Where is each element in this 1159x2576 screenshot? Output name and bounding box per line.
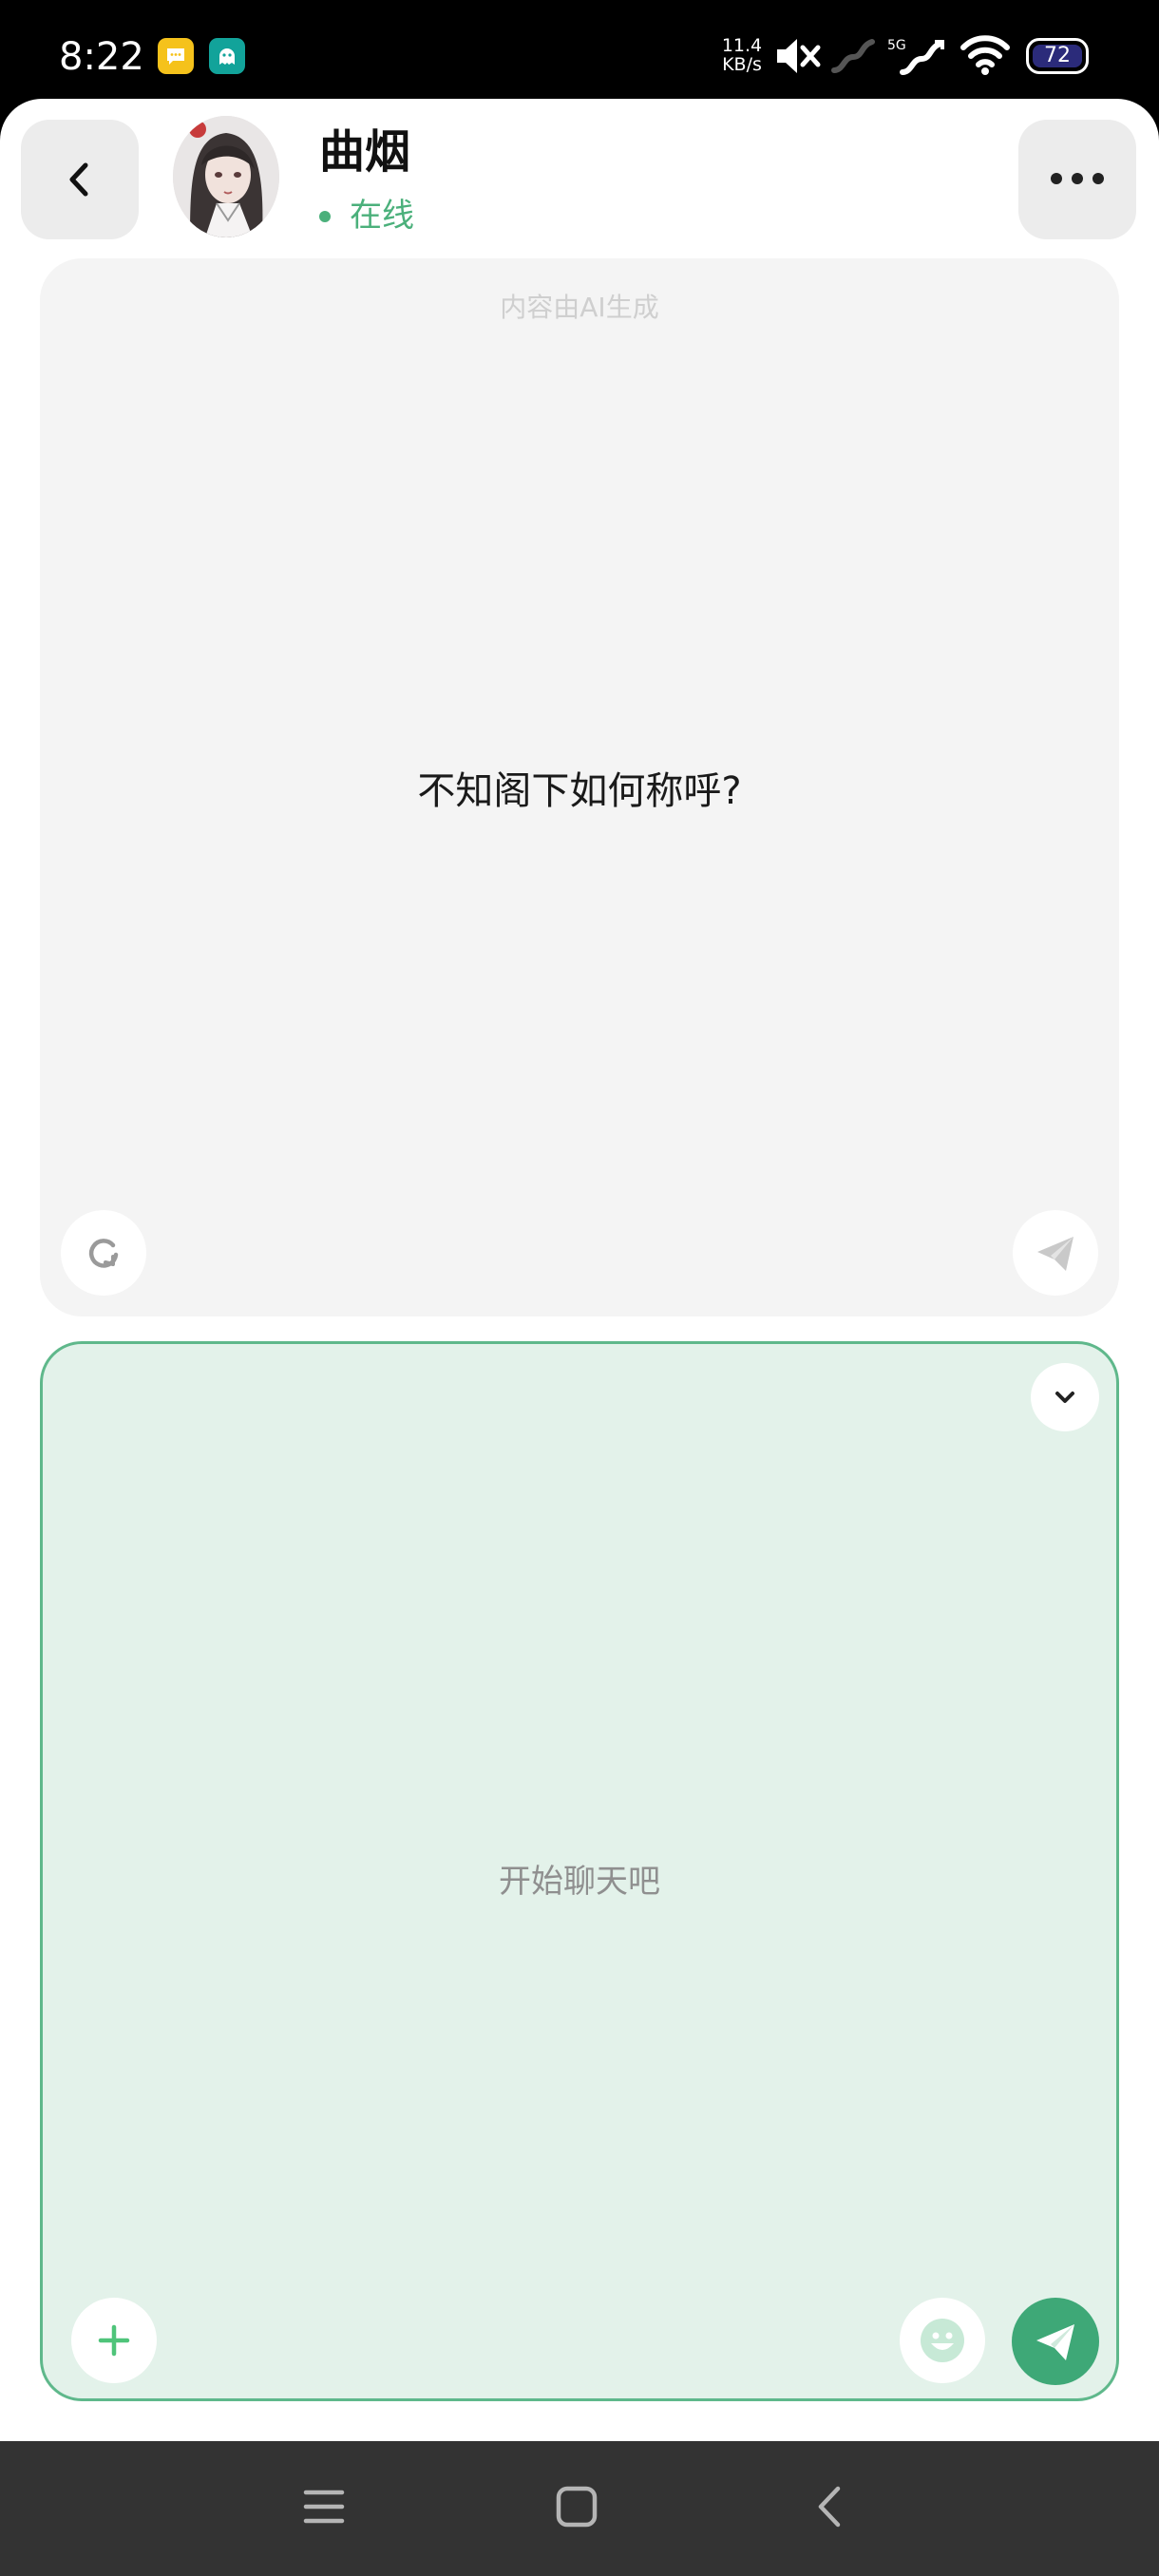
chevron-left-icon bbox=[69, 162, 88, 197]
add-attachment-button[interactable] bbox=[71, 2298, 157, 2383]
ai-send-button[interactable] bbox=[1013, 1210, 1098, 1296]
wifi-icon bbox=[960, 35, 1010, 75]
online-status-dot bbox=[319, 211, 331, 222]
ghost-app-icon bbox=[209, 38, 245, 74]
battery-level: 72 bbox=[1033, 45, 1082, 67]
more-dots-icon bbox=[1051, 173, 1104, 184]
emoji-button[interactable] bbox=[900, 2298, 985, 2383]
system-nav-bar bbox=[0, 2441, 1159, 2576]
message-input-placeholder[interactable]: 开始聊天吧 bbox=[43, 1855, 1116, 1902]
paper-plane-icon bbox=[1036, 2324, 1074, 2360]
smiley-icon bbox=[921, 2319, 964, 2362]
chat-name: 曲烟 bbox=[319, 125, 411, 179]
online-status: 在线 bbox=[350, 197, 414, 235]
plus-icon bbox=[98, 2324, 130, 2357]
ai-message-text: 不知阁下如何称呼? bbox=[417, 769, 742, 813]
back-icon[interactable] bbox=[811, 2485, 846, 2529]
regenerate-button[interactable] bbox=[61, 1210, 146, 1296]
battery-icon: 72 bbox=[1026, 38, 1089, 74]
send-button[interactable] bbox=[1012, 2298, 1099, 2385]
avatar[interactable] bbox=[173, 116, 279, 237]
status-time: 8:22 bbox=[59, 35, 144, 79]
net-speed: 11.4 KB/s bbox=[718, 36, 766, 74]
more-options-button[interactable] bbox=[1018, 120, 1136, 239]
signal-icon-secondary bbox=[831, 39, 875, 73]
chat-screen: 曲烟 在线 内容由AI生成 不知阁下如何称呼? 开始聊天吧 bbox=[0, 99, 1159, 2441]
ai-message-card: 内容由AI生成 不知阁下如何称呼? bbox=[40, 258, 1119, 1316]
mute-icon bbox=[777, 39, 821, 73]
chevron-down-icon bbox=[1055, 1392, 1074, 1403]
paper-plane-icon bbox=[1037, 1237, 1074, 1271]
collapse-button[interactable] bbox=[1031, 1363, 1099, 1431]
message-input-card[interactable]: 开始聊天吧 bbox=[40, 1341, 1119, 2401]
home-icon[interactable] bbox=[555, 2485, 598, 2529]
chat-notification-icon bbox=[158, 38, 194, 74]
ai-disclaimer: 内容由AI生成 bbox=[500, 292, 659, 323]
back-button[interactable] bbox=[21, 120, 139, 239]
net-speed-value: 11.4 bbox=[721, 35, 763, 56]
refresh-icon bbox=[88, 1239, 119, 1268]
status-bar: 8:22 11.4 KB/s 5G 72 bbox=[0, 0, 1159, 106]
menu-icon[interactable] bbox=[302, 2485, 346, 2529]
net-speed-unit: KB/s bbox=[722, 54, 762, 75]
signal-icon bbox=[900, 40, 944, 75]
character-portrait-icon bbox=[173, 116, 279, 237]
